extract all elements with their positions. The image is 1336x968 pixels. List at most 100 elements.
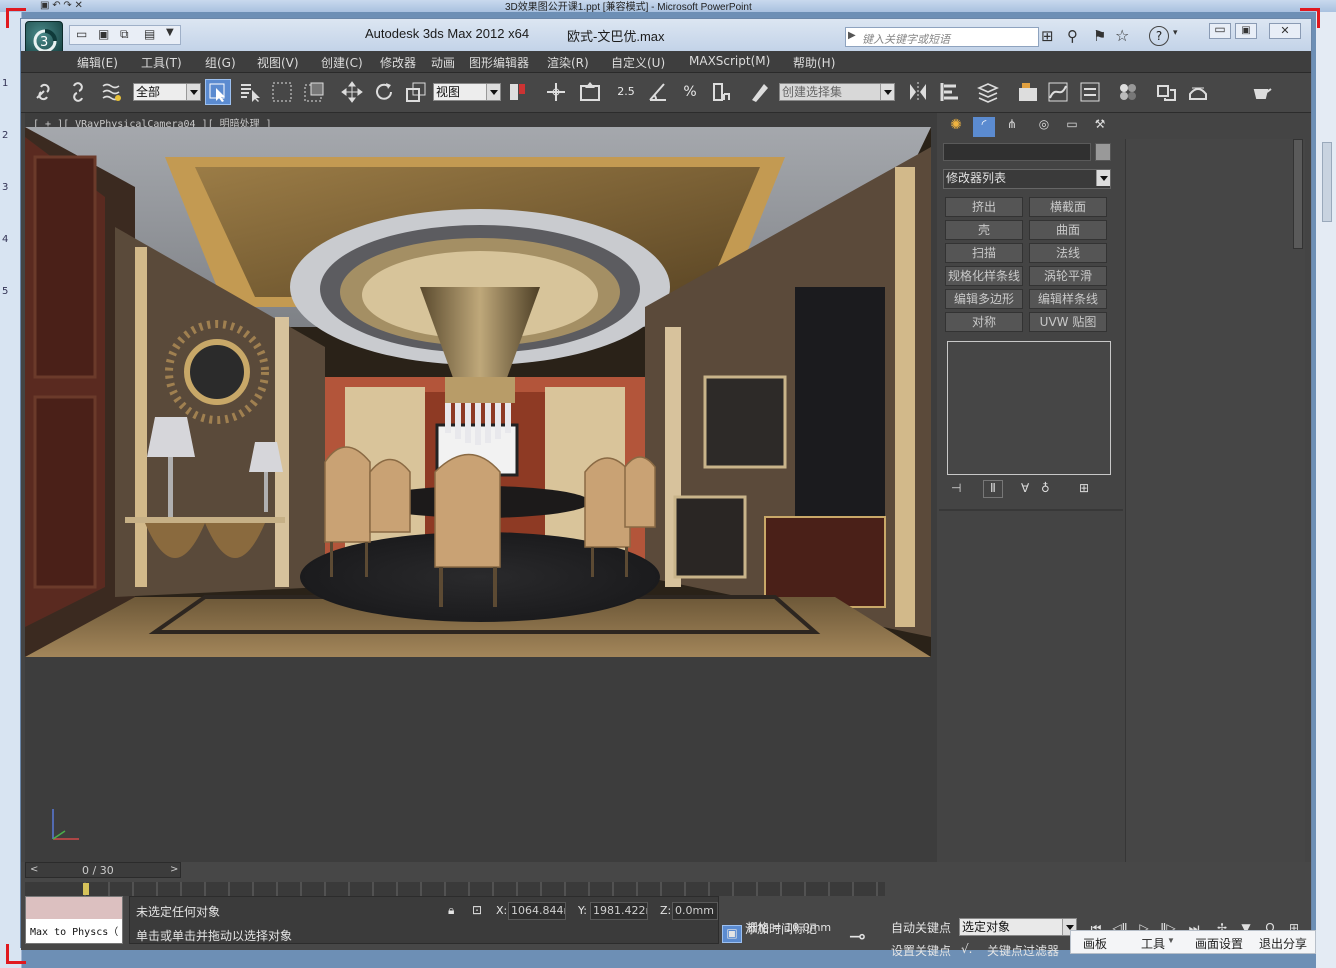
maximize-button[interactable]: ▣ (1235, 23, 1257, 39)
rectangular-selection-icon[interactable] (269, 79, 295, 105)
time-slider[interactable]: < 0 / 30 > (25, 862, 181, 878)
menu-modifiers[interactable]: 修改器 (380, 54, 416, 71)
maxscript-listener-mini[interactable]: Max to Physcs（ (25, 896, 123, 944)
display-tab-icon[interactable]: ▭ (1061, 117, 1083, 137)
chevron-down-icon[interactable]: ▼ (166, 27, 174, 38)
sketchpad-button[interactable]: 画板 (1083, 935, 1107, 952)
layer-manager-icon[interactable] (975, 79, 1001, 105)
open-icon[interactable]: ▭ (76, 27, 87, 41)
tools-button[interactable]: 工具 (1141, 935, 1165, 952)
close-button[interactable]: ✕ (1269, 23, 1301, 39)
curve-editor-icon[interactable] (1045, 79, 1071, 105)
menu-graph-editors[interactable]: 图形编辑器 (469, 54, 529, 71)
scrollbar-thumb[interactable] (1322, 142, 1332, 222)
make-unique-icon[interactable]: ∀ (1021, 481, 1029, 495)
menu-tools[interactable]: 工具(T) (141, 54, 182, 71)
object-color-swatch[interactable] (1095, 143, 1111, 161)
select-object-icon[interactable] (205, 79, 231, 105)
pivot-point-center-icon[interactable] (505, 79, 531, 105)
move-icon[interactable] (339, 79, 365, 105)
camera-viewport[interactable]: [ + ][ VRayPhysicalCamera04 ][ 明暗处理 ] (25, 113, 937, 863)
y-coordinate-field[interactable]: 1981.422m (590, 902, 648, 920)
chevron-left-icon[interactable]: < (30, 864, 38, 875)
chevron-right-icon[interactable]: > (170, 864, 178, 875)
keyboard-shortcut-override-icon[interactable] (577, 79, 603, 105)
object-name-input[interactable] (943, 143, 1091, 161)
modifier-button[interactable]: 编辑多边形 (945, 289, 1023, 309)
time-tag-icon[interactable]: ▣ (722, 925, 742, 943)
pin-stack-icon[interactable]: ⊣ (951, 481, 961, 495)
star-icon[interactable]: ☆ (1115, 26, 1129, 45)
exit-share-button[interactable]: 退出分享 (1259, 935, 1307, 952)
unlink-selection-icon[interactable] (65, 79, 91, 105)
remove-modifier-icon[interactable]: ♁ (1041, 481, 1050, 495)
set-key-icon[interactable]: ⊸ (849, 924, 866, 948)
menu-group[interactable]: 组(G) (205, 54, 236, 71)
auto-key-button[interactable]: 自动关键点 (891, 919, 951, 936)
modifier-button[interactable]: 法线 (1029, 243, 1107, 263)
menu-customize[interactable]: 自定义(U) (611, 54, 665, 71)
mirror-icon[interactable] (905, 79, 931, 105)
utilities-tab-icon[interactable]: ⚒ (1089, 117, 1111, 137)
modifier-button[interactable]: 横截面 (1029, 197, 1107, 217)
modifier-stack-list[interactable] (947, 341, 1111, 475)
hierarchy-tab-icon[interactable]: ⋔ (1001, 117, 1023, 137)
scale-icon[interactable] (403, 79, 429, 105)
menu-animation[interactable]: 动画 (431, 54, 455, 71)
modifier-button[interactable]: 编辑样条线 (1029, 289, 1107, 309)
modifier-button[interactable]: 挤出 (945, 197, 1023, 217)
menu-views[interactable]: 视图(V) (257, 54, 299, 71)
menu-rendering[interactable]: 渲染(R) (547, 54, 589, 71)
modifier-button[interactable]: 壳 (945, 220, 1023, 240)
set-key-button[interactable]: 设置关键点 (891, 942, 951, 959)
menu-maxscript[interactable]: MAXScript(M) (689, 54, 770, 68)
modifier-button[interactable]: 规格化样条线 (945, 266, 1023, 286)
lock-icon[interactable]: 🔒︎ (448, 903, 454, 918)
bind-to-space-warp-icon[interactable] (99, 79, 125, 105)
binoculars-icon[interactable]: ⊞ (1041, 27, 1054, 45)
rotate-icon[interactable] (371, 79, 397, 105)
render-setup-icon[interactable] (1153, 79, 1179, 105)
create-tab-icon[interactable]: ✺ (945, 117, 967, 137)
select-manipulate-icon[interactable] (543, 79, 569, 105)
key-filters-button[interactable]: 关键点过滤器 (987, 942, 1059, 959)
percent-snap-icon[interactable]: % (677, 79, 703, 105)
key-mode-icon[interactable]: √. (961, 942, 972, 956)
scene-explorer-icon[interactable] (1015, 79, 1041, 105)
modify-tab-icon[interactable]: ◜ (973, 117, 995, 137)
minimize-button[interactable]: ▭ (1209, 23, 1231, 39)
modifier-button[interactable]: UVW 贴图 (1029, 312, 1107, 332)
angle-snap-icon[interactable] (645, 79, 671, 105)
schematic-view-icon[interactable] (1077, 79, 1103, 105)
key-target-dropdown[interactable]: 选定对象 (959, 918, 1077, 936)
screen-settings-button[interactable]: 画面设置 (1195, 935, 1243, 952)
z-coordinate-field[interactable]: 0.0mm (672, 902, 718, 920)
slide-thumbnail-pane[interactable]: 1 2 3 4 5 (0, 12, 22, 968)
key-icon[interactable]: ⚲ (1067, 27, 1078, 45)
select-and-link-icon[interactable] (31, 79, 57, 105)
chevron-down-icon[interactable]: ▾ (1173, 28, 1178, 38)
modifier-button[interactable]: 涡轮平滑 (1029, 266, 1107, 286)
material-editor-icon[interactable] (1115, 79, 1141, 105)
panel-scrollbar[interactable] (1293, 139, 1303, 249)
absolute-mode-icon[interactable]: ⊡ (472, 903, 482, 917)
selection-filter-dropdown[interactable]: 全部 (133, 83, 201, 101)
render-production-icon[interactable] (1249, 79, 1275, 105)
spinner-snap-icon[interactable] (709, 79, 735, 105)
modifier-button[interactable]: 对称 (945, 312, 1023, 332)
modifier-list-dropdown[interactable]: 修改器列表 (943, 169, 1111, 189)
align-icon[interactable] (937, 79, 963, 105)
communication-center-icon[interactable]: ⚑ (1093, 27, 1106, 45)
ppt-vertical-scrollbar[interactable] (1316, 12, 1336, 968)
chevron-down-icon[interactable]: ▼ (1167, 936, 1175, 945)
hold-icon[interactable]: ⧉ (120, 27, 129, 42)
menu-create[interactable]: 创建(C) (321, 54, 363, 71)
modifier-button[interactable]: 扫描 (945, 243, 1023, 263)
help-icon[interactable]: ? (1149, 26, 1169, 46)
track-bar[interactable] (25, 882, 885, 896)
menu-help[interactable]: 帮助(H) (793, 54, 835, 71)
x-coordinate-field[interactable]: 1064.844m (508, 902, 566, 920)
save-icon[interactable]: ▣ (98, 27, 109, 41)
search-input[interactable]: ▶ 键入关键字或短语 (845, 27, 1039, 47)
reference-coordinate-dropdown[interactable]: 视图 (433, 83, 501, 101)
